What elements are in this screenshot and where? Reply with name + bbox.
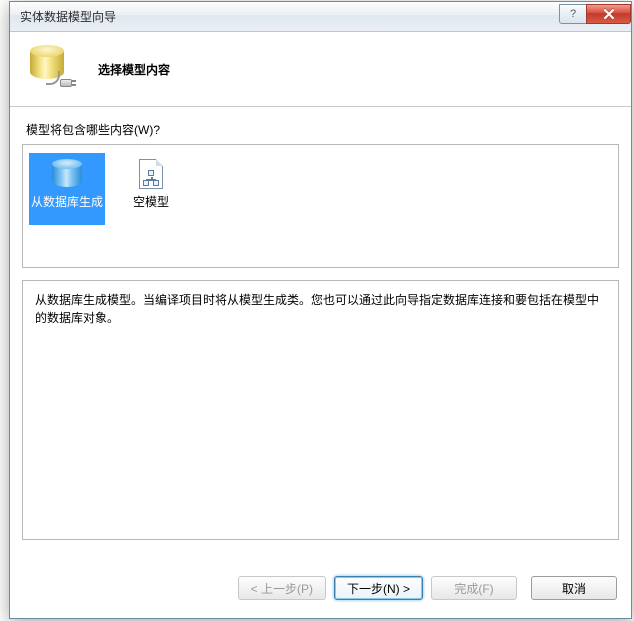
question-icon: ? [570,8,576,20]
titlebar[interactable]: 实体数据模型向导 ? [10,2,631,32]
window-title: 实体数据模型向导 [20,8,560,25]
option-description: 从数据库生成模型。当编译项目时将从模型生成类。您也可以通过此向导指定数据库连接和… [22,280,619,540]
window-controls: ? [560,4,631,24]
wizard-footer: < 上一步(P) 下一步(N) > 完成(F) 取消 [10,570,631,618]
content-prompt: 模型将包含哪些内容(W)? [26,121,619,138]
previous-button: < 上一步(P) [238,576,326,600]
finish-button: 完成(F) [431,576,517,600]
close-icon [603,9,615,19]
help-button[interactable]: ? [559,4,587,24]
option-label: 从数据库生成 [31,195,103,209]
wizard-header: 选择模型内容 [10,32,631,107]
cancel-button[interactable]: 取消 [531,576,617,600]
database-wizard-icon [28,45,76,93]
next-button[interactable]: 下一步(N) > [334,576,423,600]
option-from-database[interactable]: 从数据库生成 [29,153,105,225]
model-options-list: 从数据库生成 空模型 [22,144,619,268]
description-text: 从数据库生成模型。当编译项目时将从模型生成类。您也可以通过此向导指定数据库连接和… [35,293,599,325]
option-label: 空模型 [133,195,169,209]
wizard-content: 模型将包含哪些内容(W)? 从数据库生成 空模型 [10,107,631,550]
empty-model-icon [134,157,168,191]
close-button[interactable] [586,4,631,24]
option-empty-model[interactable]: 空模型 [113,153,189,225]
wizard-heading: 选择模型内容 [98,61,170,78]
database-icon [50,157,84,191]
wizard-dialog: 实体数据模型向导 ? 选择模型内容 模型将包含哪些内容(W)? [9,1,632,619]
